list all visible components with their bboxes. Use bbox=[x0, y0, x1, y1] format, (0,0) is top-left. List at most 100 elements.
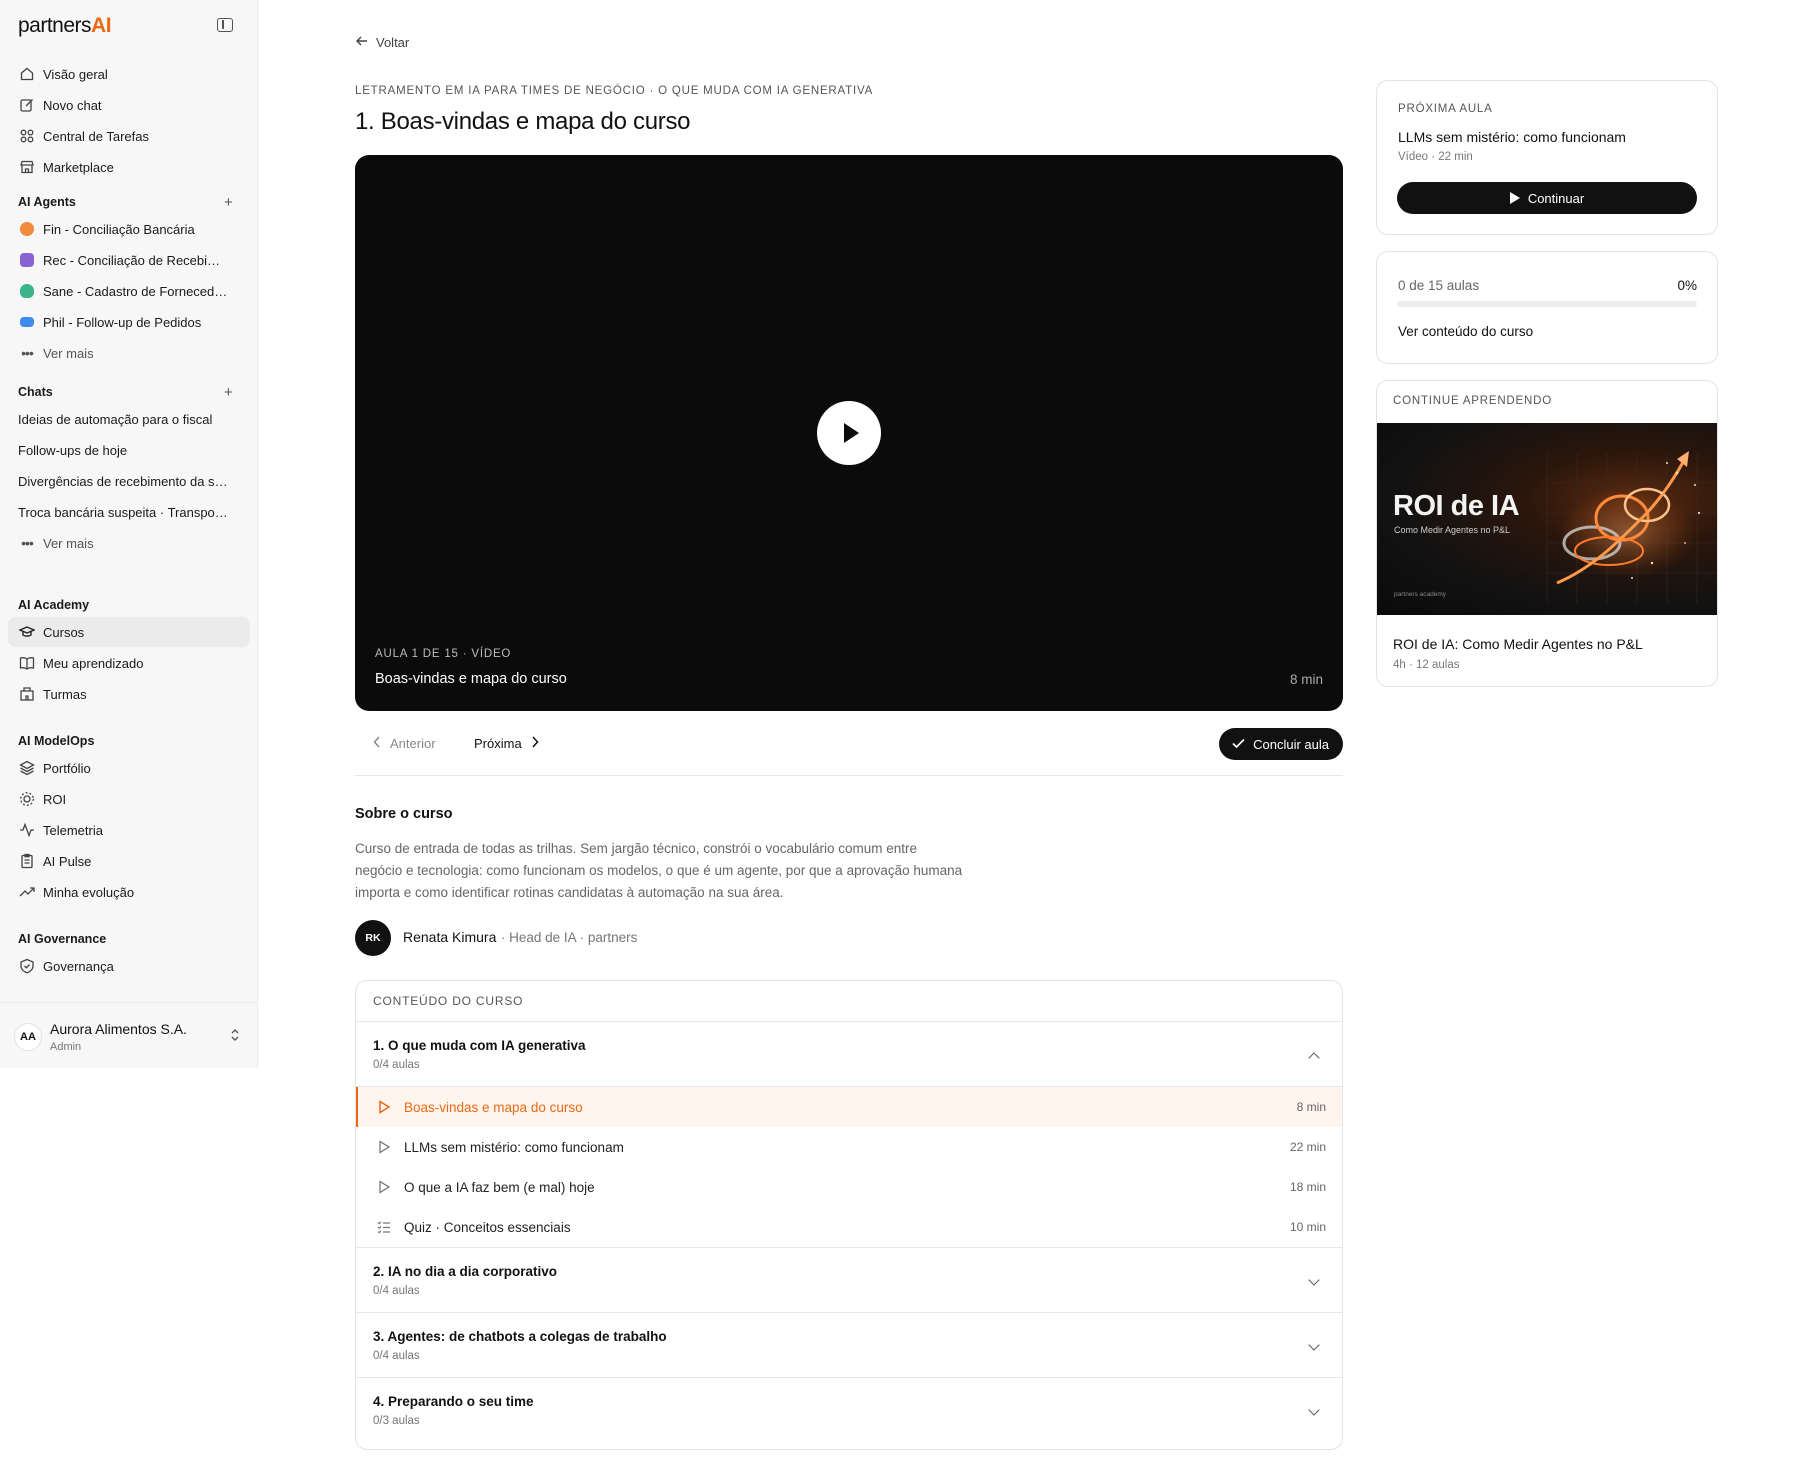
add-agent-icon[interactable]: + bbox=[224, 195, 233, 210]
sidebar-item-meu-aprendizado[interactable]: Meu aprendizado bbox=[8, 648, 250, 678]
sidebar-item-agent-fin[interactable]: Fin - Conciliação Bancária bbox=[8, 214, 250, 244]
continue-course-meta: 4h · 12 aulas bbox=[1393, 659, 1460, 671]
continue-button[interactable]: Continuar bbox=[1397, 182, 1697, 214]
chevron-down-icon bbox=[1308, 1339, 1320, 1351]
account-name: Aurora Alimentos S.A. bbox=[50, 1021, 187, 1037]
activity-icon bbox=[19, 822, 35, 838]
sidebar-item-label: Sane - Cadastro de Fornecedores bbox=[43, 283, 228, 299]
section-title-ai-modelops: AI ModelOps bbox=[18, 734, 95, 748]
sidebar-item-novo-chat[interactable]: Novo chat bbox=[8, 90, 250, 120]
sidebar-item-agent-phil[interactable]: Phil - Follow-up de Pedidos bbox=[8, 307, 250, 337]
chat-item[interactable]: Troca bancária suspeita · Transportadora bbox=[8, 497, 250, 527]
video-title: Boas-vindas e mapa do curso bbox=[375, 671, 567, 687]
agents-see-more[interactable]: ••• Ver mais bbox=[8, 338, 250, 368]
more-dots-icon: ••• bbox=[21, 535, 34, 551]
module-progress: 0/4 aulas bbox=[373, 1350, 420, 1362]
chat-item[interactable]: Divergências de recebimento da semana bbox=[8, 466, 250, 496]
sidebar-item-label: Cursos bbox=[43, 624, 85, 640]
instructor-avatar: RK bbox=[355, 920, 391, 956]
module-progress: 0/4 aulas bbox=[373, 1285, 420, 1297]
trending-up-icon bbox=[19, 884, 35, 900]
lesson-item[interactable]: O que a IA faz bem (e mal) hoje 18 min bbox=[356, 1167, 1342, 1207]
lesson-item[interactable]: LLMs sem mistério: como funcionam 22 min bbox=[356, 1127, 1342, 1167]
video-meta: AULA 1 DE 15 · VÍDEO bbox=[375, 648, 512, 660]
checklist-icon bbox=[376, 1219, 392, 1235]
lesson-duration: 22 min bbox=[1289, 1140, 1326, 1154]
chevron-up-icon bbox=[1308, 1052, 1320, 1064]
continue-learning-card[interactable]: CONTINUE APRENDENDO ROI de IA Como Medir… bbox=[1376, 380, 1718, 687]
instructor-name: Renata Kimura bbox=[403, 929, 497, 945]
lesson-item[interactable]: Boas-vindas e mapa do curso 8 min bbox=[356, 1087, 1342, 1127]
chevron-right-icon bbox=[531, 736, 539, 751]
agent-avatar-icon bbox=[19, 221, 35, 237]
building-icon bbox=[19, 686, 35, 702]
graduation-cap-icon bbox=[19, 624, 35, 640]
sidebar-item-portfolio[interactable]: Portfólio bbox=[8, 753, 250, 783]
video-player[interactable]: AULA 1 DE 15 · VÍDEO Boas-vindas e mapa … bbox=[355, 155, 1343, 711]
sidebar-item-marketplace[interactable]: Marketplace bbox=[8, 152, 250, 182]
sidebar-item-governanca[interactable]: Governança bbox=[8, 951, 250, 981]
page-title: 1. Boas-vindas e mapa do curso bbox=[355, 108, 691, 135]
lesson-duration: 8 min bbox=[1296, 1100, 1326, 1114]
sidebar-item-telemetria[interactable]: Telemetria bbox=[8, 815, 250, 845]
continue-course-title: ROI de IA: Como Medir Agentes no P&L bbox=[1393, 636, 1643, 652]
add-chat-icon[interactable]: + bbox=[224, 385, 233, 400]
roi-icon bbox=[19, 791, 35, 807]
play-button[interactable] bbox=[817, 401, 881, 465]
view-course-content-link[interactable]: Ver conteúdo do curso bbox=[1398, 324, 1533, 339]
sidebar: partnersAI Visão geral Novo chat Central… bbox=[0, 0, 258, 1068]
sidebar-item-label: Minha evolução bbox=[43, 884, 135, 900]
video-duration: 8 min bbox=[1289, 672, 1323, 687]
check-icon bbox=[1232, 737, 1245, 752]
chat-item[interactable]: Follow-ups de hoje bbox=[8, 435, 250, 465]
about-description: Curso de entrada de todas as trilhas. Se… bbox=[355, 841, 963, 900]
next-lesson-button[interactable]: Próxima bbox=[474, 736, 539, 751]
previous-lesson-button[interactable]: Anterior bbox=[373, 736, 436, 751]
chats-see-more[interactable]: ••• Ver mais bbox=[8, 528, 250, 558]
next-lesson-card: PRÓXIMA AULA LLMs sem mistério: como fun… bbox=[1376, 80, 1718, 235]
sidebar-item-roi[interactable]: ROI bbox=[8, 784, 250, 814]
chevron-left-icon bbox=[373, 736, 381, 751]
progress-bar bbox=[1397, 301, 1697, 307]
sidebar-item-central-de-tarefas[interactable]: Central de Tarefas bbox=[8, 121, 250, 151]
back-link[interactable]: Voltar bbox=[355, 34, 409, 51]
home-icon bbox=[19, 66, 35, 82]
sidebar-item-minha-evolucao[interactable]: Minha evolução bbox=[8, 877, 250, 907]
sidebar-item-ai-pulse[interactable]: AI Pulse bbox=[8, 846, 250, 876]
sidebar-toggle-icon[interactable] bbox=[217, 18, 233, 32]
course-progress-card: 0 de 15 aulas 0% Ver conteúdo do curso bbox=[1376, 251, 1718, 364]
module-item[interactable]: 1. O que muda com IA generativa 0/4 aula… bbox=[356, 1022, 1342, 1087]
lesson-title: LLMs sem mistério: como funcionam bbox=[404, 1139, 624, 1155]
sidebar-item-label: Turmas bbox=[43, 686, 87, 702]
thumbnail-brand: partners academy bbox=[1394, 591, 1447, 598]
agent-avatar-icon bbox=[19, 252, 35, 268]
account-switcher[interactable]: AA Aurora Alimentos S.A. Admin bbox=[0, 1002, 258, 1068]
module-title: 1. O que muda com IA generativa bbox=[373, 1038, 586, 1053]
edit-icon bbox=[19, 97, 35, 113]
logo[interactable]: partnersAI bbox=[18, 14, 112, 38]
section-title-chats: Chats bbox=[18, 385, 53, 399]
sidebar-item-label: Novo chat bbox=[43, 97, 102, 113]
complete-lesson-button[interactable]: Concluir aula bbox=[1219, 728, 1343, 760]
sidebar-item-agent-sane[interactable]: Sane - Cadastro de Fornecedores bbox=[8, 276, 250, 306]
course-thumbnail: ROI de IA Como Medir Agentes no P&L part… bbox=[1377, 423, 1717, 615]
module-lessons: Boas-vindas e mapa do curso 8 min LLMs s… bbox=[356, 1087, 1342, 1248]
sidebar-item-label: Central de Tarefas bbox=[43, 128, 149, 144]
sidebar-item-label: Portfólio bbox=[43, 760, 91, 776]
grid-icon bbox=[19, 128, 35, 144]
sidebar-item-visao-geral[interactable]: Visão geral bbox=[8, 59, 250, 89]
module-item[interactable]: 2. IA no dia a dia corporativo 0/4 aulas bbox=[356, 1248, 1342, 1313]
about-title: Sobre o curso bbox=[355, 806, 453, 822]
module-item[interactable]: 4. Preparando o seu time 0/3 aulas bbox=[356, 1378, 1342, 1443]
sidebar-item-cursos[interactable]: Cursos bbox=[8, 617, 250, 647]
chevron-down-icon bbox=[1308, 1274, 1320, 1286]
chat-item[interactable]: Ideias de automação para o fiscal bbox=[8, 404, 250, 434]
module-item[interactable]: 3. Agentes: de chatbots a colegas de tra… bbox=[356, 1313, 1342, 1378]
sidebar-item-turmas[interactable]: Turmas bbox=[8, 679, 250, 709]
lesson-item[interactable]: Quiz · Conceitos essenciais 10 min bbox=[356, 1207, 1342, 1247]
sidebar-item-label: Meu aprendizado bbox=[43, 655, 144, 671]
module-title: 2. IA no dia a dia corporativo bbox=[373, 1264, 558, 1279]
section-title-ai-academy: AI Academy bbox=[18, 598, 90, 612]
sidebar-item-agent-rec[interactable]: Rec - Conciliação de Recebimentos bbox=[8, 245, 250, 275]
store-icon bbox=[19, 159, 35, 175]
